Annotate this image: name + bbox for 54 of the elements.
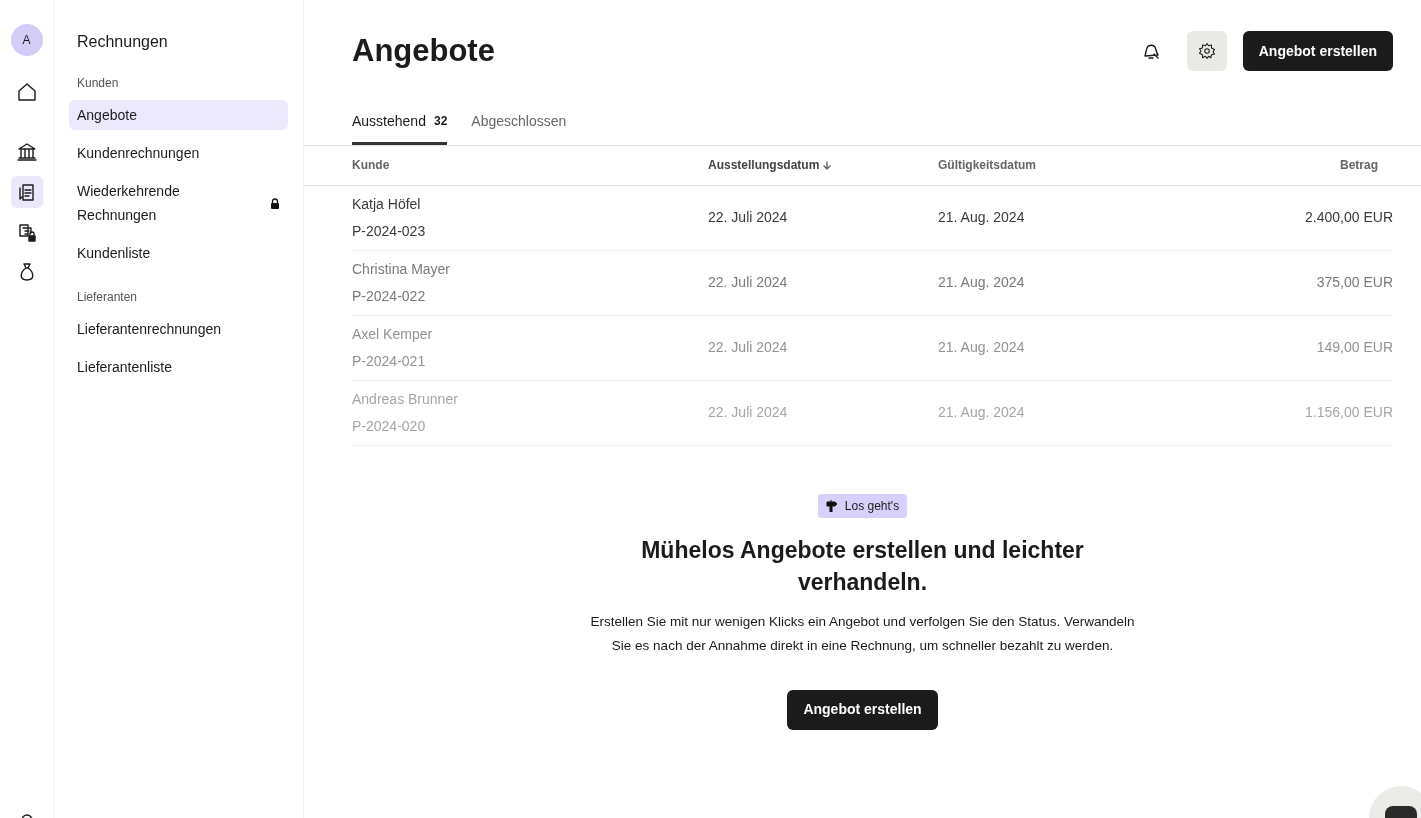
page-title: Angebote [352,32,495,70]
offer-number: P-2024-020 [352,416,427,436]
offer-number: P-2024-023 [352,221,427,241]
sidebar-item[interactable]: Lieferantenliste [69,352,288,382]
section-heading: Lieferanten [76,289,139,306]
rail-item[interactable] [10,176,43,208]
table-cell-text: 21. Aug. 2024 [938,208,1026,227]
tab-count: 32 [433,113,448,130]
avatar[interactable]: A [10,24,43,56]
customer-name: Axel Kemper [352,324,434,344]
create-offer-button[interactable]: Angebot erstellen [787,689,938,730]
table-cell-text: 21. Aug. 2024 [938,403,1026,422]
empty-state-heading: Mühelos Angebote erstellen und leichter verhandeln. [640,535,1085,597]
sidebar-item[interactable]: Lieferantenrechnungen [69,314,288,344]
table-cell-text: 149,00 EUR [1316,338,1393,357]
sidebar-item[interactable]: Kundenrechnungen [69,138,288,168]
sidebar-item[interactable]: Kundenliste [69,238,288,268]
column-header[interactable]: Gültigkeitsdatum [938,156,1036,174]
badge-label: Los geht's [844,497,900,515]
empty-state-text: Erstellen Sie mit nur wenigen Klicks ein Angebot und verfolgen Sie den Status. Verwandeln Sie es nach der Annahme direkt in eine Rechnung, um schneller bezahlt zu werden. [590,612,1135,655]
bank-icon [16,142,37,162]
table-row[interactable]: Christina Mayer P-2024-022 22. Juli 2024 21. Aug. 2024 375,00 EUR [352,250,1393,316]
sidebar-item[interactable]: Angebote [69,100,288,130]
tab-label: Ausstehend [352,111,426,131]
sidebar-title: Rechnungen [76,32,169,52]
sidebar-item[interactable]: Wiederkehrende Rechnungen [69,176,288,230]
column-header[interactable]: Betrag [1340,156,1378,174]
table-cell-text: 22. Juli 2024 [708,273,789,292]
home-icon [16,82,37,102]
table-cell-text: 1.156,00 EUR [1305,403,1393,422]
tab-label: Abgeschlossen [471,111,567,131]
table-cell-text: 2.400,00 EUR [1305,208,1393,227]
table-cell-text: 22. Juli 2024 [708,338,789,357]
column-header[interactable]: Kunde [352,156,390,174]
section-heading: Kunden [76,75,120,92]
offer-number: P-2024-022 [352,286,427,306]
customer-name: Katja Höfel [352,194,422,214]
customer-name: Christina Mayer [352,259,452,279]
create-offer-button[interactable]: Angebot erstellen [1242,31,1393,72]
table-cell-text: 375,00 EUR [1316,273,1393,292]
table-row[interactable]: Katja Höfel P-2024-023 22. Juli 2024 21. Aug. 2024 2.400,00 EUR [352,185,1393,251]
tab[interactable]: Abgeschlossen [471,110,567,145]
table-cell-text: 22. Juli 2024 [708,208,789,227]
table-cell-text: 22. Juli 2024 [708,403,789,422]
settings-button[interactable] [1186,31,1227,72]
offer-number: P-2024-021 [352,351,427,371]
customer-name: Andreas Brunner [352,389,459,409]
table-cell-text: 21. Aug. 2024 [938,338,1026,357]
tab[interactable]: Ausstehend 32 [352,110,448,145]
column-header[interactable]: Ausstellungsdatum [708,156,820,174]
table-cell-text: 21. Aug. 2024 [938,273,1026,292]
signpost-icon [825,499,837,512]
locked-document-icon [16,222,37,242]
document-icon [16,182,37,202]
